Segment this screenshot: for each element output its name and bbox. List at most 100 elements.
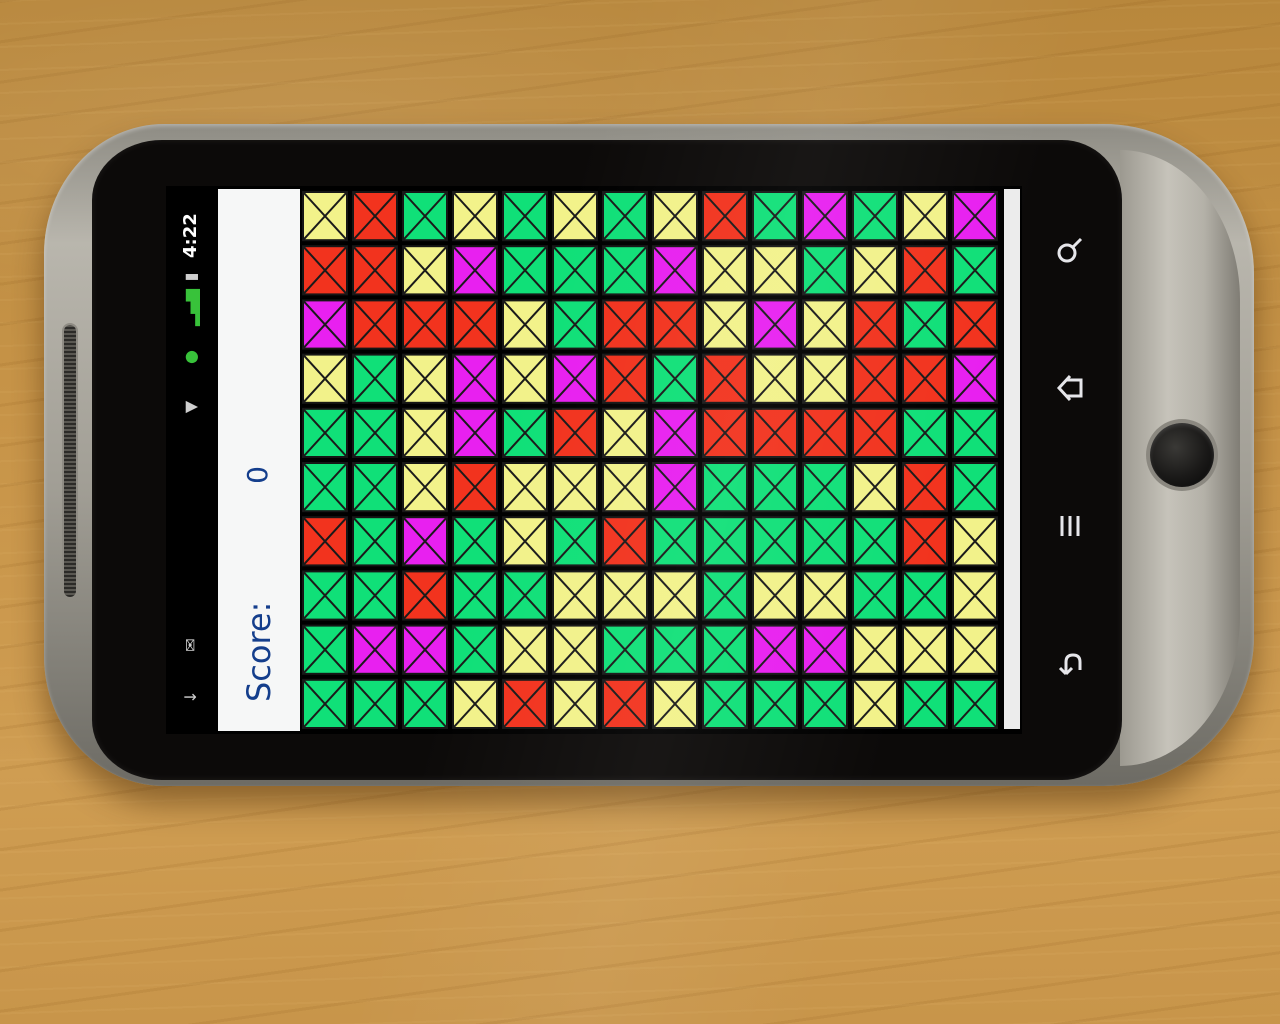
tile[interactable] (952, 570, 998, 621)
tile[interactable] (802, 462, 848, 513)
search-key[interactable] (1052, 232, 1088, 268)
tile[interactable] (352, 191, 398, 242)
tile[interactable] (552, 462, 598, 513)
tile[interactable] (752, 624, 798, 675)
tile[interactable] (302, 678, 348, 729)
tile[interactable] (552, 407, 598, 459)
tile[interactable] (402, 353, 448, 404)
tile[interactable] (552, 678, 598, 729)
tile[interactable] (952, 516, 998, 567)
tile[interactable] (502, 245, 548, 296)
tile[interactable] (352, 462, 398, 513)
menu-key[interactable] (1052, 508, 1088, 544)
game-board[interactable] (300, 189, 1010, 731)
tile[interactable] (852, 191, 898, 242)
tile[interactable] (302, 191, 348, 242)
tile[interactable] (552, 516, 598, 567)
tile[interactable] (702, 353, 748, 404)
tile[interactable] (602, 624, 648, 675)
tile[interactable] (402, 245, 448, 296)
tile[interactable] (352, 624, 398, 675)
tile[interactable] (402, 407, 448, 459)
tile[interactable] (802, 516, 848, 567)
tile[interactable] (852, 462, 898, 513)
tile[interactable] (802, 353, 848, 404)
tile[interactable] (802, 191, 848, 242)
tile[interactable] (402, 624, 448, 675)
tile[interactable] (702, 516, 748, 567)
tile[interactable] (702, 191, 748, 242)
tile[interactable] (602, 353, 648, 404)
tile[interactable] (502, 516, 548, 567)
tile[interactable] (352, 245, 398, 296)
tile[interactable] (602, 462, 648, 513)
trackball[interactable] (1150, 423, 1214, 487)
tile[interactable] (902, 353, 948, 404)
tile[interactable] (652, 299, 698, 350)
tile[interactable] (652, 191, 698, 242)
tile[interactable] (352, 678, 398, 729)
tile[interactable] (952, 624, 998, 675)
tile[interactable] (752, 407, 798, 459)
tile[interactable] (552, 191, 598, 242)
back-key[interactable] (1052, 648, 1088, 684)
tile[interactable] (552, 570, 598, 621)
tile[interactable] (552, 245, 598, 296)
tile[interactable] (402, 462, 448, 513)
tile[interactable] (702, 678, 748, 729)
tile[interactable] (452, 299, 498, 350)
tile[interactable] (452, 570, 498, 621)
tile[interactable] (752, 191, 798, 242)
tile[interactable] (452, 624, 498, 675)
tile[interactable] (602, 245, 648, 296)
tile[interactable] (502, 570, 548, 621)
tile[interactable] (902, 299, 948, 350)
tile[interactable] (852, 624, 898, 675)
tile[interactable] (452, 462, 498, 513)
tile[interactable] (952, 462, 998, 513)
tile[interactable] (952, 407, 998, 459)
tile[interactable] (902, 245, 948, 296)
tile[interactable] (502, 462, 548, 513)
tile[interactable] (602, 678, 648, 729)
tile[interactable] (652, 624, 698, 675)
tile[interactable] (502, 678, 548, 729)
tile[interactable] (652, 570, 698, 621)
tile[interactable] (602, 191, 648, 242)
tile[interactable] (902, 407, 948, 459)
tile[interactable] (852, 678, 898, 729)
tile[interactable] (352, 407, 398, 459)
tile[interactable] (502, 407, 548, 459)
tile[interactable] (352, 570, 398, 621)
tile[interactable] (652, 678, 698, 729)
tile[interactable] (402, 516, 448, 567)
tile[interactable] (752, 245, 798, 296)
tile[interactable] (802, 624, 848, 675)
tile[interactable] (402, 191, 448, 242)
tile[interactable] (652, 407, 698, 459)
tile[interactable] (802, 407, 848, 459)
tile[interactable] (302, 353, 348, 404)
tile[interactable] (652, 462, 698, 513)
tile[interactable] (452, 516, 498, 567)
tile[interactable] (302, 516, 348, 567)
tile[interactable] (752, 516, 798, 567)
home-key[interactable] (1052, 370, 1088, 406)
tile[interactable] (852, 407, 898, 459)
tile[interactable] (502, 299, 548, 350)
tile[interactable] (602, 407, 648, 459)
tile[interactable] (952, 678, 998, 729)
tile[interactable] (552, 299, 598, 350)
tile[interactable] (302, 570, 348, 621)
tile[interactable] (952, 191, 998, 242)
tile[interactable] (402, 678, 448, 729)
tile[interactable] (602, 570, 648, 621)
tile[interactable] (902, 624, 948, 675)
tile[interactable] (502, 353, 548, 404)
tile[interactable] (452, 678, 498, 729)
tile[interactable] (752, 570, 798, 621)
tile[interactable] (702, 624, 748, 675)
tile[interactable] (552, 353, 598, 404)
tile[interactable] (952, 245, 998, 296)
tile[interactable] (452, 353, 498, 404)
